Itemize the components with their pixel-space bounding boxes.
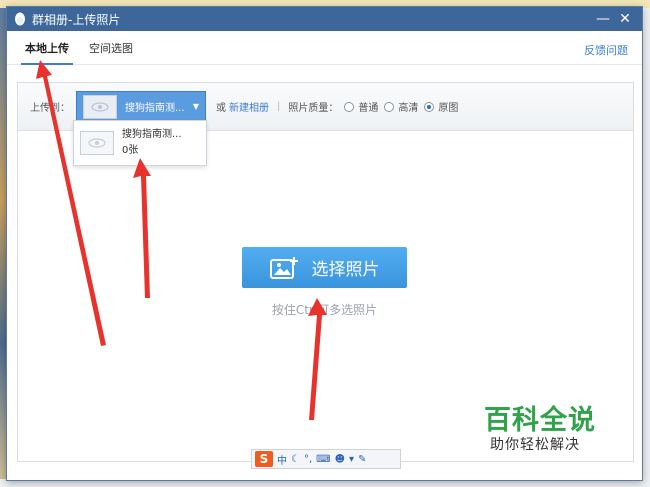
shirt-icon[interactable]: ▾ <box>349 454 354 465</box>
radio-dot-selected <box>424 101 435 112</box>
eye-placeholder-icon <box>80 131 114 155</box>
quality-label: 照片质量： <box>288 103 339 114</box>
watermark-slogan: 助你轻松解决 <box>490 437 580 453</box>
keyboard-icon[interactable]: ⌨ <box>316 454 330 465</box>
background-scrollbar <box>642 8 650 487</box>
toolbar-divider: | <box>277 101 281 112</box>
ime-mode[interactable]: 中 <box>277 452 287 467</box>
album-dropdown-item[interactable]: 搜狗指南测... 0张 <box>73 120 207 166</box>
new-album-link[interactable]: 新建相册 <box>229 99 269 114</box>
album-select[interactable]: 搜狗指南测... ▼ <box>76 90 206 123</box>
ime-toolbar[interactable]: S 中 ☾ °, ⌨ ☻ ▾ ✎ <box>251 449 401 469</box>
tab-bar: 本地上传 空间选图 反馈问题 <box>7 31 642 65</box>
quality-option-label: 高清 <box>398 103 419 114</box>
qq-penguin-icon <box>13 12 27 26</box>
selected-album-name: 搜狗指南测... <box>125 103 185 114</box>
chevron-down-icon: ▼ <box>192 102 199 111</box>
multi-select-hint: 按住Ctrl可多选照片 <box>271 303 378 317</box>
minimize-button[interactable]: — <box>592 8 614 30</box>
choose-photos-label: 选择照片 <box>311 260 380 280</box>
wrench-icon[interactable]: ✎ <box>358 454 366 465</box>
add-photo-icon <box>269 256 298 279</box>
dropdown-photo-count: 0张 <box>122 145 139 156</box>
quality-original-radio[interactable]: 原图 <box>424 99 458 114</box>
dropdown-text: 搜狗指南测... 0张 <box>122 127 182 159</box>
radio-dot <box>344 101 355 112</box>
title-bar[interactable]: 群相册-上传照片 — ✕ <box>7 7 642 31</box>
watermark-brand: 百科全说 <box>484 405 596 436</box>
eye-placeholder-icon <box>83 94 117 119</box>
punctuation-icon[interactable]: °, <box>304 454 312 465</box>
close-button[interactable]: ✕ <box>614 8 636 30</box>
quality-hd-radio[interactable]: 高清 <box>384 99 418 114</box>
window-title: 群相册-上传照片 <box>32 12 121 27</box>
sogou-logo-icon: S <box>255 451 273 467</box>
quality-normal-radio[interactable]: 普通 <box>344 99 378 114</box>
or-label: 或 <box>216 103 226 114</box>
tab-local-upload[interactable]: 本地上传 <box>15 40 79 65</box>
choose-photos-button[interactable]: 选择照片 <box>242 247 407 288</box>
feedback-link[interactable]: 反馈问题 <box>584 42 628 58</box>
upload-to-label: 上传到： <box>30 103 70 114</box>
quality-option-label: 原图 <box>438 103 459 114</box>
user-icon[interactable]: ☻ <box>335 454 345 465</box>
quality-option-label: 普通 <box>358 103 379 114</box>
tab-space-select[interactable]: 空间选图 <box>79 40 143 64</box>
dropdown-album-name: 搜狗指南测... <box>122 129 182 140</box>
moon-icon[interactable]: ☾ <box>291 454 300 465</box>
radio-dot <box>384 101 395 112</box>
